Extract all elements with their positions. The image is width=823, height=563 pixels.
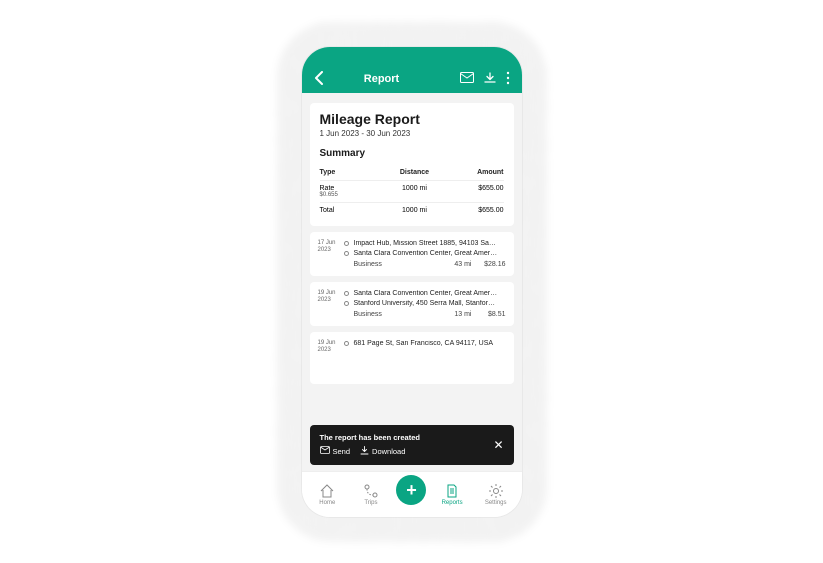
- trip-date: 17 Jun 2023: [318, 240, 338, 268]
- trip-amount: $28.16: [472, 261, 506, 268]
- summary-row-total: Total 1000 mi $655.00: [320, 203, 504, 218]
- trip-to-line: Santa Clara Convention Center, Great Ame…: [344, 250, 506, 257]
- report-title: Mileage Report: [320, 111, 504, 127]
- toast-download-button[interactable]: Download: [360, 446, 405, 457]
- nav-label: Settings: [485, 500, 507, 506]
- trip-date: 19 Jun 2023: [318, 340, 338, 354]
- toast-send-button[interactable]: Send: [320, 446, 351, 457]
- summary-distance: 1000 mi: [385, 207, 444, 214]
- summary-label: Total: [320, 207, 385, 214]
- trip-from: Santa Clara Convention Center, Great Ame…: [354, 290, 498, 297]
- dest-dot-icon: [344, 301, 349, 306]
- download-icon: [360, 446, 369, 457]
- col-amount: Amount: [444, 169, 503, 176]
- nav-label: Home: [319, 500, 335, 506]
- trip-to: Santa Clara Convention Center, Great Ame…: [354, 250, 498, 257]
- toast-send-label: Send: [333, 447, 351, 456]
- trip-card[interactable]: 19 Jun 2023 681 Page St, San Francisco, …: [310, 332, 514, 384]
- trip-to-line: Stanford University, 450 Serra Mall, Sta…: [344, 300, 506, 307]
- summary-amount: $655.00: [444, 207, 503, 214]
- nav-label: Trips: [364, 500, 377, 506]
- document-icon: [444, 483, 460, 499]
- mail-icon: [320, 446, 330, 456]
- more-icon[interactable]: [506, 71, 510, 85]
- toast: The report has been created Send Downloa…: [310, 425, 514, 465]
- phone-frame: Report Mileage Report 1 Jun 2023 - 30 Ju…: [302, 47, 522, 517]
- trip-amount: $8.51: [472, 311, 506, 318]
- plus-icon: +: [406, 480, 417, 501]
- nav-reports[interactable]: Reports: [434, 483, 470, 506]
- trip-card[interactable]: 17 Jun 2023 Impact Hub, Mission Street 1…: [310, 232, 514, 276]
- col-distance: Distance: [385, 169, 444, 176]
- toast-message: The report has been created: [320, 433, 484, 442]
- trip-from-line: Santa Clara Convention Center, Great Ame…: [344, 290, 506, 297]
- trip-distance: 13 mi: [438, 311, 472, 318]
- dest-dot-icon: [344, 251, 349, 256]
- close-icon[interactable]: ✕: [483, 438, 503, 452]
- trip-distance: 43 mi: [438, 261, 472, 268]
- summary-distance: 1000 mi: [385, 185, 444, 198]
- top-bar: Report: [302, 47, 522, 93]
- col-type: Type: [320, 169, 385, 176]
- mail-icon[interactable]: [460, 72, 474, 83]
- summary-label: Rate: [320, 185, 335, 192]
- summary-amount: $655.00: [444, 185, 503, 198]
- nav-home[interactable]: Home: [309, 483, 345, 506]
- trip-category: Business: [354, 311, 438, 318]
- origin-dot-icon: [344, 341, 349, 346]
- trip-date: 19 Jun 2023: [318, 290, 338, 318]
- trip-to: Stanford University, 450 Serra Mall, Sta…: [354, 300, 495, 307]
- gear-icon: [488, 483, 504, 499]
- summary-heading: Summary: [320, 148, 504, 159]
- page-title: Report: [314, 73, 450, 85]
- trip-from: Impact Hub, Mission Street 1885, 94103 S…: [354, 240, 496, 247]
- trip-card[interactable]: 19 Jun 2023 Santa Clara Convention Cente…: [310, 282, 514, 326]
- trip-from-line: Impact Hub, Mission Street 1885, 94103 S…: [344, 240, 506, 247]
- trip-category: Business: [354, 261, 438, 268]
- download-icon[interactable]: [484, 72, 496, 84]
- content-area: Mileage Report 1 Jun 2023 - 30 Jun 2023 …: [302, 93, 522, 471]
- trip-from: 681 Page St, San Francisco, CA 94117, US…: [354, 340, 494, 347]
- add-button[interactable]: +: [396, 475, 426, 505]
- nav-settings[interactable]: Settings: [478, 483, 514, 506]
- route-icon: [363, 483, 379, 499]
- report-header-card: Mileage Report 1 Jun 2023 - 30 Jun 2023 …: [310, 103, 514, 226]
- origin-dot-icon: [344, 241, 349, 246]
- toast-download-label: Download: [372, 447, 405, 456]
- origin-dot-icon: [344, 291, 349, 296]
- bottom-nav: Home Trips + Reports Settings: [302, 471, 522, 517]
- trip-from-line: 681 Page St, San Francisco, CA 94117, US…: [344, 340, 506, 347]
- summary-header-row: Type Distance Amount: [320, 165, 504, 181]
- report-date-range: 1 Jun 2023 - 30 Jun 2023: [320, 129, 504, 138]
- nav-trips[interactable]: Trips: [353, 483, 389, 506]
- summary-row-rate: Rate $0.655 1000 mi $655.00: [320, 181, 504, 203]
- home-icon: [319, 483, 335, 499]
- nav-label: Reports: [442, 500, 463, 506]
- summary-sub: $0.655: [320, 192, 385, 198]
